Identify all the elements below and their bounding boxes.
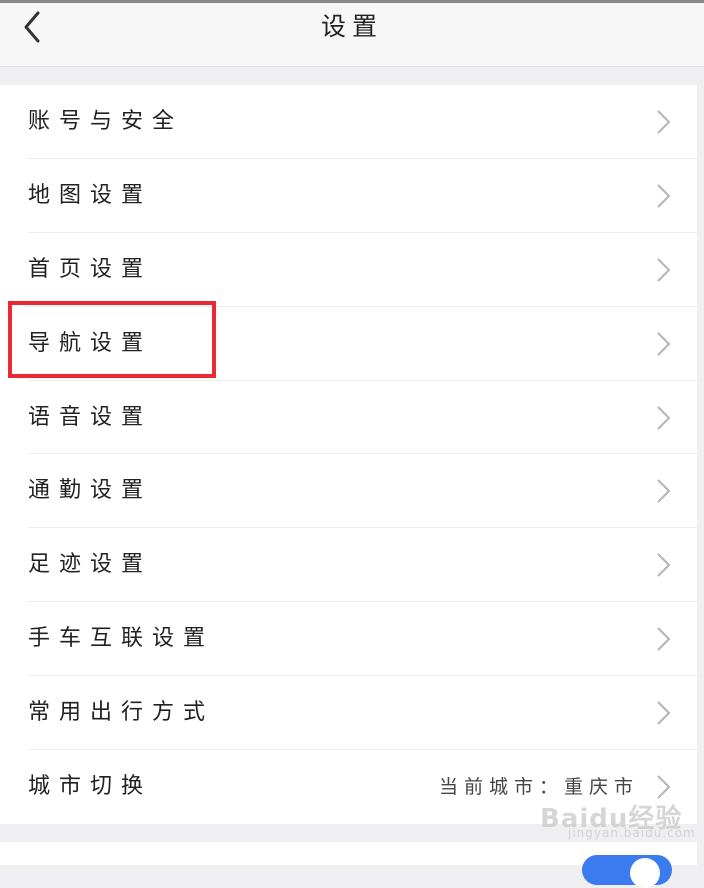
menu-item-city-switch[interactable]: 城市切换 当前城市：重庆市: [0, 750, 697, 824]
current-city-value: 当前城市：重庆市: [438, 776, 639, 799]
watermark-sub-text: jingyan.baidu.com: [568, 826, 696, 840]
menu-item-label: 通勤设置: [28, 478, 153, 504]
chevron-right-icon: [657, 184, 671, 208]
menu-item-car-link-settings[interactable]: 手车互联设置: [0, 602, 697, 677]
chevron-right-icon: [657, 331, 671, 356]
menu-item-navigation-settings[interactable]: 导航设置: [0, 300, 697, 381]
menu-item-label: 手车互联设置: [28, 626, 215, 652]
page-title: 设置: [320, 12, 383, 41]
menu-item-label: 地图设置: [28, 182, 153, 208]
toggle-knob: [630, 858, 660, 888]
settings-list: 账号与安全 地图设置 首页设置 导航设置 语音设置 通勤设置 足迹设置 手车互联…: [0, 85, 697, 824]
menu-item-label: 城市切换: [28, 774, 153, 800]
menu-item-label: 账号与安全: [28, 109, 184, 134]
chevron-right-icon: [657, 258, 671, 282]
menu-item-label: 语音设置: [28, 404, 153, 430]
menu-item-commute-settings[interactable]: 通勤设置: [0, 454, 697, 529]
chevron-right-icon: [657, 701, 671, 725]
chevron-right-icon: [657, 405, 671, 430]
menu-item-travel-mode[interactable]: 常用出行方式: [0, 676, 697, 751]
menu-item-home-settings[interactable]: 首页设置: [0, 233, 697, 307]
menu-item-voice-settings[interactable]: 语音设置: [0, 381, 697, 455]
menu-item-footprint-settings[interactable]: 足迹设置: [0, 528, 697, 603]
chevron-right-icon: [657, 553, 671, 578]
menu-item-label: 导航设置: [28, 330, 153, 356]
chevron-right-icon: [657, 775, 671, 799]
nav-header: 设置: [0, 3, 704, 67]
chevron-right-icon: [657, 479, 671, 504]
menu-item-label: 足迹设置: [28, 552, 153, 578]
menu-item-label: 常用出行方式: [28, 700, 215, 726]
menu-item-account-security[interactable]: 账号与安全: [0, 85, 697, 159]
menu-item-map-settings[interactable]: 地图设置: [0, 159, 697, 233]
menu-item-label: 首页设置: [28, 256, 153, 282]
chevron-right-icon: [657, 627, 671, 651]
chevron-right-icon: [657, 110, 671, 134]
